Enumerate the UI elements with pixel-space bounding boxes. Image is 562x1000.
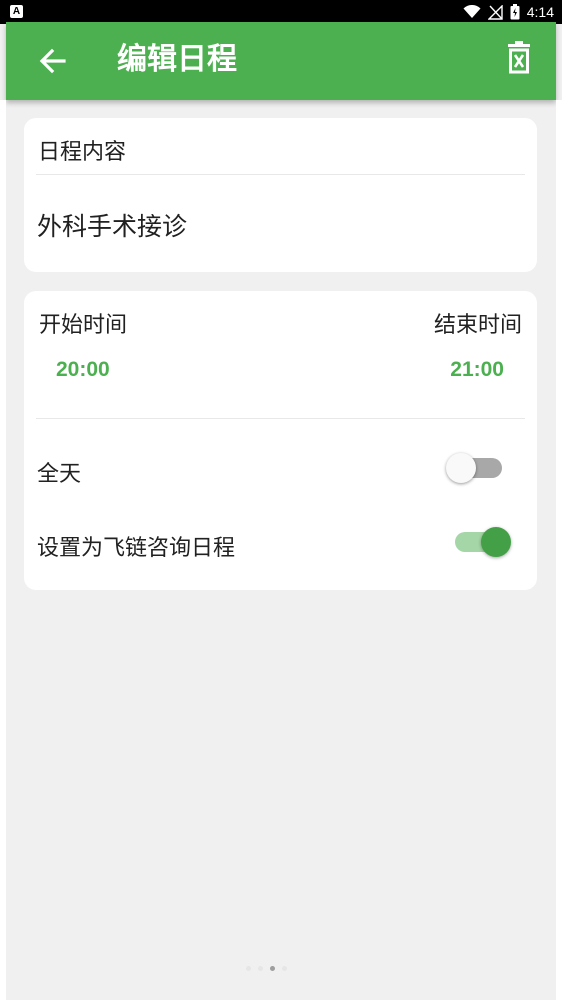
schedule-content-label: 日程内容 (38, 140, 127, 165)
page-dot (282, 966, 287, 971)
app-bar: 编辑日程 (6, 22, 556, 100)
back-button[interactable] (34, 42, 72, 80)
schedule-content-input[interactable]: 外科手术接诊 (37, 207, 187, 243)
right-edge (556, 100, 562, 1000)
end-time-label: 结束时间 (433, 313, 522, 338)
all-day-label: 全天 (37, 462, 82, 487)
all-day-switch[interactable] (446, 448, 508, 488)
page-indicator (246, 966, 287, 971)
clock: 4:14 (526, 4, 554, 20)
signal-icon (487, 4, 503, 20)
schedule-content-card: 日程内容 外科手术接诊 (24, 118, 537, 272)
page-title: 编辑日程 (117, 42, 237, 77)
time-settings-card: 开始时间 结束时间 20:00 21:00 全天 设置为飞链咨询日程 (24, 291, 537, 590)
notification-icon: A (10, 5, 23, 18)
delete-button[interactable] (502, 40, 536, 80)
end-time-value[interactable]: 21:00 (450, 358, 504, 382)
wifi-icon (463, 5, 481, 18)
feilian-consult-label: 设置为飞链咨询日程 (37, 536, 236, 561)
page-dot (246, 966, 251, 971)
start-time-label: 开始时间 (39, 313, 128, 338)
arrow-left-icon (39, 48, 66, 74)
status-bar: A 4:14 (0, 0, 562, 24)
switch-thumb (446, 453, 476, 483)
divider (36, 174, 525, 175)
battery-icon (510, 4, 520, 20)
status-icons: 4:14 (463, 0, 554, 24)
divider (36, 418, 525, 419)
left-edge (0, 100, 6, 1000)
start-time-value[interactable]: 20:00 (56, 358, 110, 382)
page-dot (270, 966, 275, 971)
switch-thumb (481, 527, 511, 557)
feilian-consult-switch[interactable] (451, 522, 513, 562)
page-dot (258, 966, 263, 971)
delete-icon (508, 41, 530, 74)
